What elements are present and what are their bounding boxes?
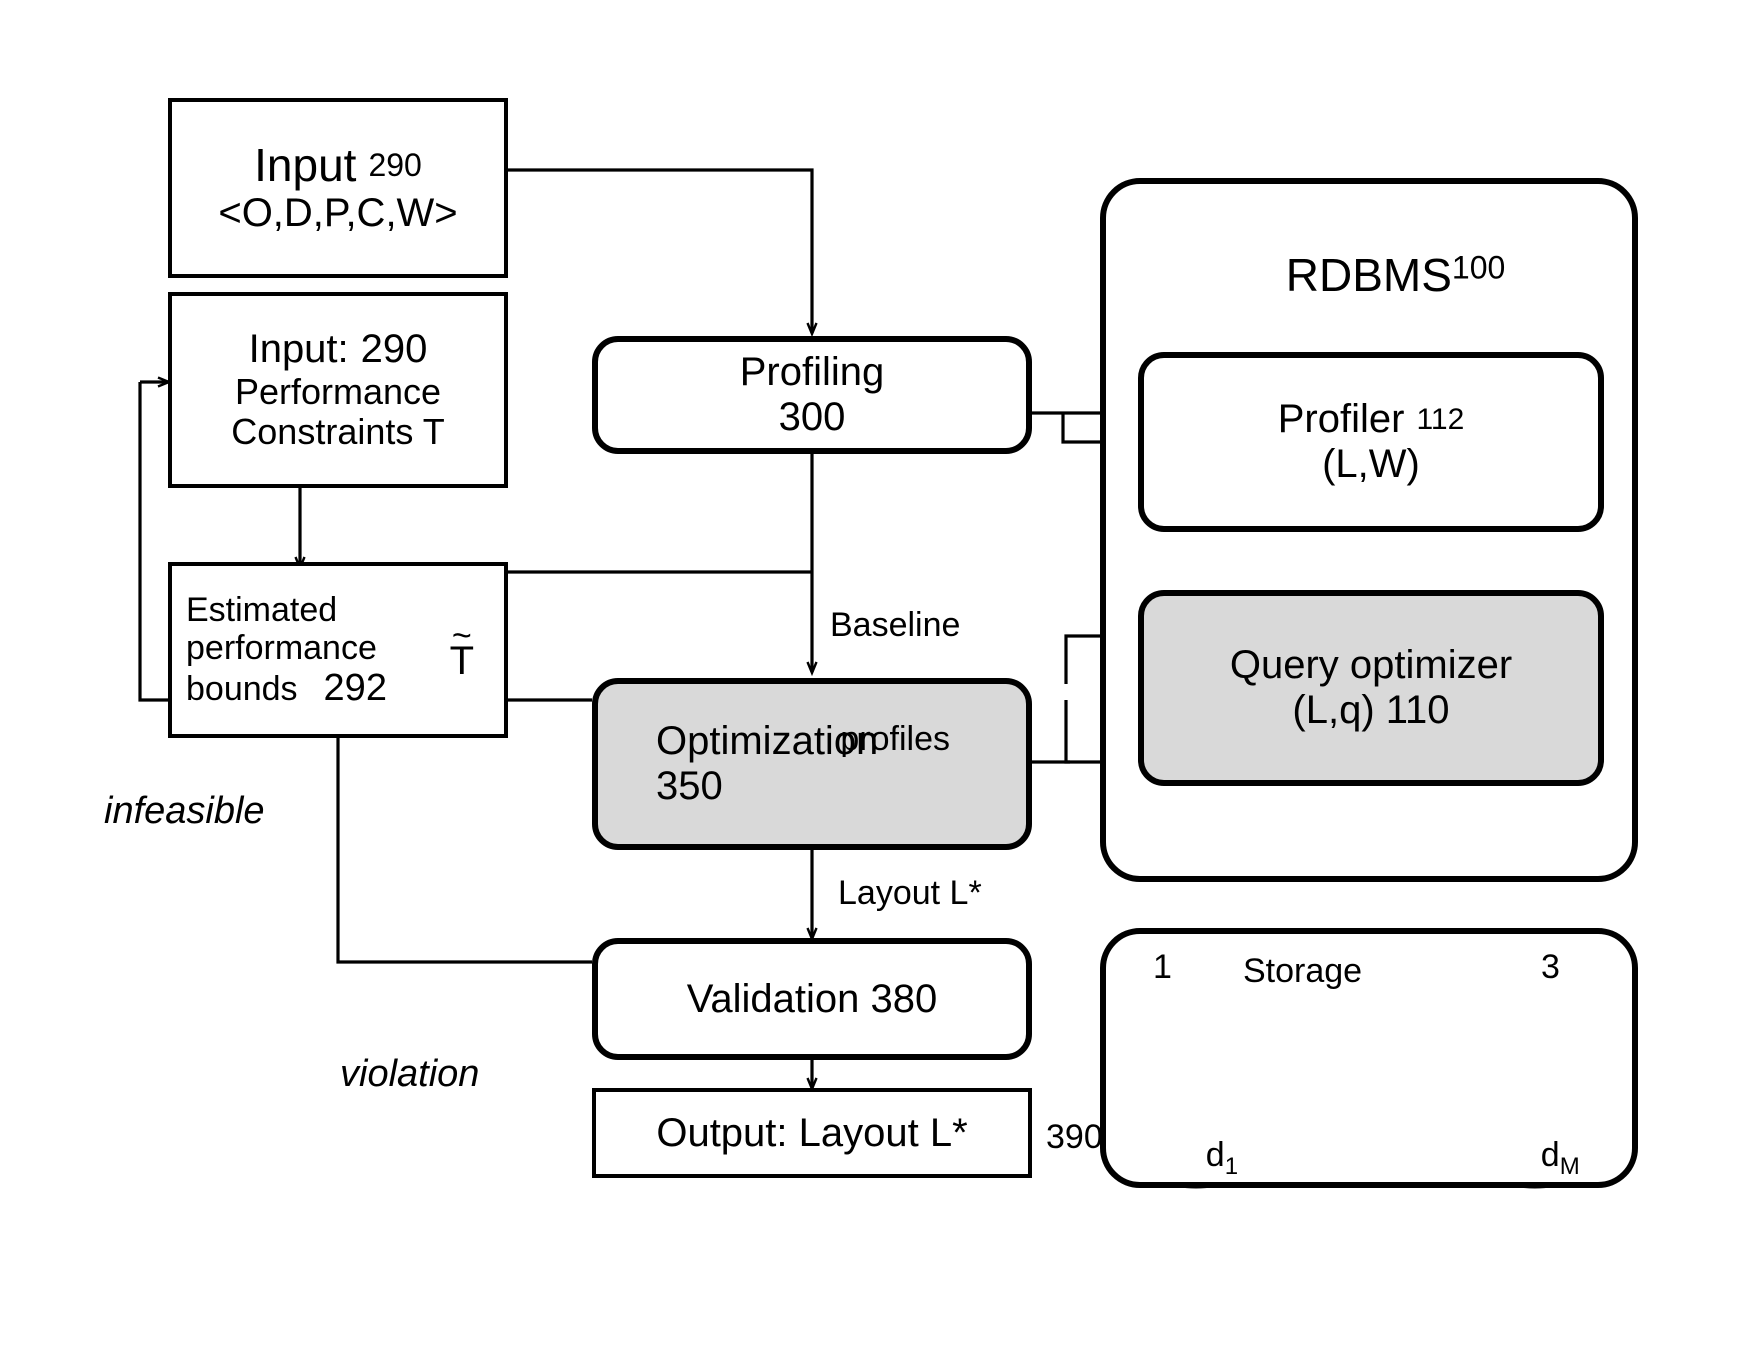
input-tuple-ref: 290 (368, 146, 422, 183)
profiling-ref: 300 (778, 395, 846, 439)
query-optimizer-args: (L,q) 110 (1292, 688, 1450, 732)
rdbms-title: RDBMS (1285, 249, 1452, 302)
input-tuple-label: Input (254, 138, 357, 191)
disk-dm-letter: d (1540, 1136, 1560, 1175)
storage-ref-left: 1 (1153, 948, 1172, 986)
input-tuple-params: <O,D,P,C,W> (218, 191, 458, 236)
disk-d1-label: d1 (1168, 1098, 1238, 1219)
input-tuple-box[interactable]: Input 290 <O,D,P,C,W> (168, 98, 508, 278)
profiler-args: (L,W) (1322, 442, 1420, 486)
estimated-bounds-text-col: Estimated performance bounds 292 (186, 591, 387, 710)
rdbms-title-group: RDBMS100 (1248, 212, 1506, 340)
estimated-bounds-t-symbol: T (449, 639, 474, 684)
baseline-profiles-line2: profiles (840, 720, 951, 759)
profiler-ref: 112 (1416, 403, 1465, 437)
estimated-bounds-line1: Estimated (186, 590, 338, 629)
input-constraints-label: Input: (248, 327, 349, 372)
validation-label: Validation 380 (686, 976, 938, 1021)
query-optimizer-box[interactable]: Query optimizer (L,q) 110 (1138, 590, 1604, 786)
input-tuple-title-row: Input 290 (254, 138, 422, 192)
disk-dm-index: M (1559, 1152, 1580, 1180)
validation-box[interactable]: Validation 380 (592, 938, 1032, 1060)
rdbms-ref: 100 (1451, 249, 1506, 286)
estimated-bounds-line3: bounds (186, 669, 298, 708)
input-constraints-line3: Constraints T (231, 411, 445, 453)
estimated-bounds-box[interactable]: Estimated performance bounds 292 ~ T (168, 562, 508, 738)
optimization-ref: 350 (656, 764, 723, 808)
layout-l-star-label: Layout L* (838, 874, 982, 912)
output-ref: 390 (1046, 1118, 1103, 1156)
estimated-bounds-ref: 292 (323, 666, 387, 709)
baseline-profiles-label: Baseline profiles (830, 530, 960, 835)
disk-d1-letter: d (1205, 1136, 1225, 1175)
estimated-bounds-line3-row: bounds 292 (186, 667, 387, 710)
profiling-box[interactable]: Profiling 300 (592, 336, 1032, 454)
estimated-bounds-symbol: ~ T (449, 619, 474, 684)
estimated-bounds-inner: Estimated performance bounds 292 ~ T (186, 591, 490, 710)
disk-dm-label: dM (1503, 1098, 1580, 1219)
estimated-bounds-line2: performance (186, 628, 377, 667)
profiler-title-row: Profiler 112 (1278, 397, 1465, 442)
profiler-label: Profiler (1277, 397, 1405, 442)
input-constraints-title-row: Input: 290 (249, 327, 428, 372)
edge-qopt-bus-seg (1064, 700, 1104, 764)
storage-title: Storage (1243, 952, 1363, 990)
profiler-box[interactable]: Profiler 112 (L,W) (1138, 352, 1604, 532)
input-constraints-ref: 290 (360, 327, 428, 372)
input-constraints-box[interactable]: Input: 290 Performance Constraints T (168, 292, 508, 488)
diagram-canvas: RDBMS100 Profiler 112 (L,W) Query optimi… (0, 0, 1759, 1368)
profiling-label: Profiling (739, 350, 885, 395)
input-constraints-line2: Performance (234, 371, 442, 413)
baseline-profiles-line1: Baseline (830, 606, 961, 645)
output-box[interactable]: Output: Layout L* (592, 1088, 1032, 1178)
query-optimizer-label: Query optimizer (1229, 643, 1513, 688)
output-label: Output: Layout L* (656, 1110, 968, 1155)
infeasible-label: infeasible (104, 790, 265, 832)
edge-profiling-to-profiler-seg (1061, 413, 1072, 444)
violation-label: violation (340, 1053, 480, 1095)
optimization-box[interactable]: Optimization 350 (592, 678, 1032, 850)
disk-d1-index: 1 (1224, 1152, 1239, 1180)
storage-ref-right: 3 (1541, 948, 1560, 986)
